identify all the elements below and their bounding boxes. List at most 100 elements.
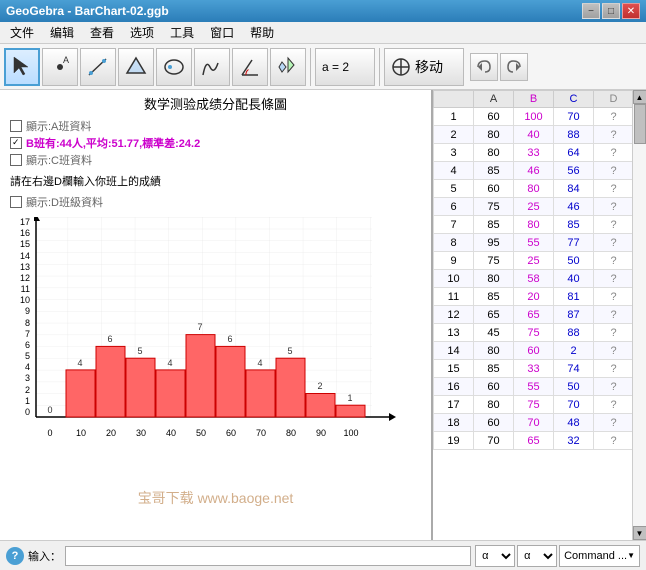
- legend-checkbox-a[interactable]: [10, 120, 22, 132]
- cell-a-13[interactable]: 45: [474, 324, 514, 342]
- tool-function[interactable]: [194, 48, 230, 86]
- cell-d-11[interactable]: ?: [594, 288, 633, 306]
- cell-c-6[interactable]: 46: [554, 198, 594, 216]
- cell-c-12[interactable]: 87: [554, 306, 594, 324]
- cell-a-18[interactable]: 60: [474, 414, 514, 432]
- cell-a-10[interactable]: 80: [474, 270, 514, 288]
- cell-b-11[interactable]: 20: [514, 288, 554, 306]
- cell-a-7[interactable]: 85: [474, 216, 514, 234]
- alpha-dropdown-1[interactable]: α: [475, 545, 515, 567]
- move-button[interactable]: 移动: [384, 48, 464, 86]
- cell-d-13[interactable]: ?: [594, 324, 633, 342]
- cell-d-2[interactable]: ?: [594, 126, 633, 144]
- cell-a-16[interactable]: 60: [474, 378, 514, 396]
- cell-d-4[interactable]: ?: [594, 162, 633, 180]
- cell-d-1[interactable]: ?: [594, 108, 633, 126]
- cell-a-12[interactable]: 65: [474, 306, 514, 324]
- tool-polygon[interactable]: [118, 48, 154, 86]
- col-header-b[interactable]: B: [514, 91, 554, 108]
- menu-file[interactable]: 文件: [4, 22, 40, 43]
- tool-point[interactable]: A: [42, 48, 78, 86]
- cell-a-8[interactable]: 95: [474, 234, 514, 252]
- undo-button[interactable]: [470, 53, 498, 81]
- cell-b-7[interactable]: 80: [514, 216, 554, 234]
- scroll-up-button[interactable]: ▲: [633, 90, 646, 104]
- cell-d-8[interactable]: ?: [594, 234, 633, 252]
- equation-button[interactable]: a = 2: [315, 48, 375, 86]
- cell-c-5[interactable]: 84: [554, 180, 594, 198]
- cell-c-14[interactable]: 2: [554, 342, 594, 360]
- cell-a-2[interactable]: 80: [474, 126, 514, 144]
- tool-select[interactable]: [4, 48, 40, 86]
- col-header-a[interactable]: A: [474, 91, 514, 108]
- cell-a-15[interactable]: 85: [474, 360, 514, 378]
- scrollbar-vertical[interactable]: ▲ ▼: [632, 90, 646, 540]
- alpha-dropdown-2[interactable]: α: [517, 545, 557, 567]
- cell-c-3[interactable]: 64: [554, 144, 594, 162]
- cell-b-12[interactable]: 65: [514, 306, 554, 324]
- menu-view[interactable]: 查看: [84, 22, 120, 43]
- cell-a-3[interactable]: 80: [474, 144, 514, 162]
- tool-angle[interactable]: [232, 48, 268, 86]
- input-field[interactable]: [65, 546, 471, 566]
- cell-c-13[interactable]: 88: [554, 324, 594, 342]
- cell-b-5[interactable]: 80: [514, 180, 554, 198]
- cell-b-19[interactable]: 65: [514, 432, 554, 450]
- redo-button[interactable]: [500, 53, 528, 81]
- cell-c-17[interactable]: 70: [554, 396, 594, 414]
- cell-a-17[interactable]: 80: [474, 396, 514, 414]
- cell-d-16[interactable]: ?: [594, 378, 633, 396]
- scroll-thumb[interactable]: [634, 104, 646, 144]
- tool-transform[interactable]: [270, 48, 306, 86]
- cell-b-2[interactable]: 40: [514, 126, 554, 144]
- cell-c-2[interactable]: 88: [554, 126, 594, 144]
- col-header-d[interactable]: D: [594, 91, 633, 108]
- menu-options[interactable]: 选项: [124, 22, 160, 43]
- cell-b-16[interactable]: 55: [514, 378, 554, 396]
- cell-b-8[interactable]: 55: [514, 234, 554, 252]
- menu-tools[interactable]: 工具: [164, 22, 200, 43]
- cell-c-15[interactable]: 74: [554, 360, 594, 378]
- cell-b-14[interactable]: 60: [514, 342, 554, 360]
- cell-c-10[interactable]: 40: [554, 270, 594, 288]
- cell-d-17[interactable]: ?: [594, 396, 633, 414]
- cell-a-6[interactable]: 75: [474, 198, 514, 216]
- close-button[interactable]: ✕: [622, 3, 640, 19]
- cell-d-3[interactable]: ?: [594, 144, 633, 162]
- cell-d-12[interactable]: ?: [594, 306, 633, 324]
- cell-d-19[interactable]: ?: [594, 432, 633, 450]
- scroll-down-button[interactable]: ▼: [633, 526, 646, 540]
- cell-b-13[interactable]: 75: [514, 324, 554, 342]
- minimize-button[interactable]: −: [582, 3, 600, 19]
- cell-c-11[interactable]: 81: [554, 288, 594, 306]
- cell-c-9[interactable]: 50: [554, 252, 594, 270]
- menu-edit[interactable]: 编辑: [44, 22, 80, 43]
- maximize-button[interactable]: □: [602, 3, 620, 19]
- cell-a-5[interactable]: 60: [474, 180, 514, 198]
- legend-checkbox-b[interactable]: [10, 137, 22, 149]
- legend-checkbox-d[interactable]: [10, 196, 22, 208]
- help-icon[interactable]: ?: [6, 547, 24, 565]
- cell-b-17[interactable]: 75: [514, 396, 554, 414]
- cell-c-4[interactable]: 56: [554, 162, 594, 180]
- menu-window[interactable]: 窗口: [204, 22, 240, 43]
- cell-d-10[interactable]: ?: [594, 270, 633, 288]
- menu-help[interactable]: 帮助: [244, 22, 280, 43]
- cell-c-1[interactable]: 70: [554, 108, 594, 126]
- cell-c-8[interactable]: 77: [554, 234, 594, 252]
- cell-b-9[interactable]: 25: [514, 252, 554, 270]
- cell-d-5[interactable]: ?: [594, 180, 633, 198]
- cell-a-14[interactable]: 80: [474, 342, 514, 360]
- cell-a-9[interactable]: 75: [474, 252, 514, 270]
- cell-d-18[interactable]: ?: [594, 414, 633, 432]
- col-header-c[interactable]: C: [554, 91, 594, 108]
- cell-c-19[interactable]: 32: [554, 432, 594, 450]
- cell-d-7[interactable]: ?: [594, 216, 633, 234]
- cell-b-4[interactable]: 46: [514, 162, 554, 180]
- cell-a-19[interactable]: 70: [474, 432, 514, 450]
- cell-a-4[interactable]: 85: [474, 162, 514, 180]
- cell-d-15[interactable]: ?: [594, 360, 633, 378]
- cell-b-10[interactable]: 58: [514, 270, 554, 288]
- cell-d-9[interactable]: ?: [594, 252, 633, 270]
- cell-a-1[interactable]: 60: [474, 108, 514, 126]
